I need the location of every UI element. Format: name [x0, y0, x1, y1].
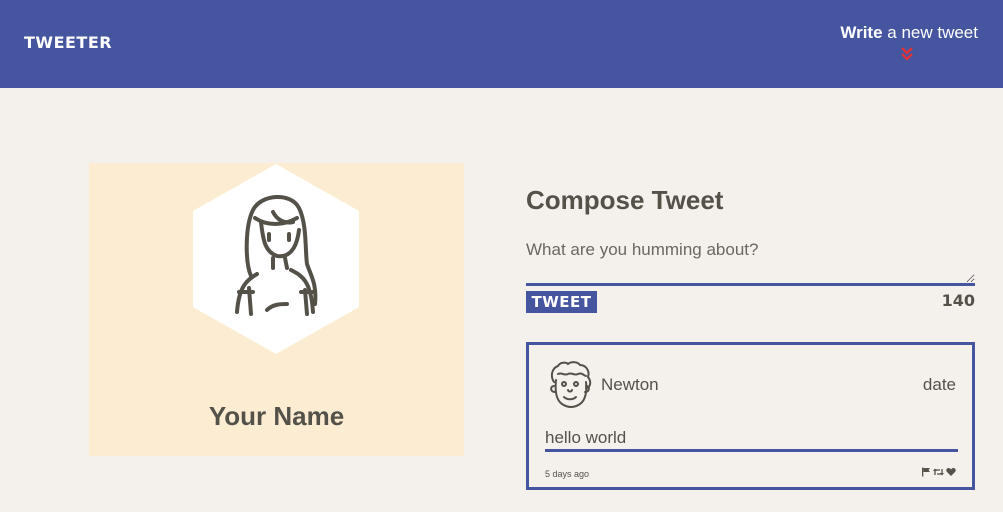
tweet-timestamp: 5 days ago: [545, 469, 590, 479]
tweet-author-name: Newton: [601, 375, 659, 394]
heart-icon[interactable]: [946, 467, 956, 477]
write-label: Write: [840, 23, 883, 42]
tweet-text-input[interactable]: [526, 238, 975, 286]
tweet-date: date: [922, 375, 956, 394]
character-counter: 140: [941, 291, 975, 310]
compose-title: Compose Tweet: [526, 185, 724, 215]
retweet-icon[interactable]: [933, 467, 944, 477]
tweet-card: Newton date hello world 5 days ago: [526, 342, 975, 490]
new-tweet-label: a new tweet: [882, 23, 978, 42]
top-navbar: TWEETER Write a new tweet: [0, 0, 1003, 88]
tweet-body: hello world: [545, 428, 958, 452]
profile-name: Your Name: [208, 401, 345, 431]
tweet-actions: [921, 467, 956, 477]
write-new-tweet-label[interactable]: Write a new tweet: [840, 23, 978, 42]
brand-logo[interactable]: TWEETER: [24, 33, 112, 52]
tweet-submit-button[interactable]: TWEET: [526, 291, 597, 313]
profile-card: Your Name: [89, 163, 464, 456]
curly-hair-avatar-icon: [550, 361, 592, 408]
girl-avatar-icon: [193, 164, 359, 354]
double-chevron-down-icon[interactable]: [900, 46, 914, 62]
flag-icon[interactable]: [921, 467, 931, 477]
write-new-tweet-toggle[interactable]: Write a new tweet: [840, 23, 978, 61]
